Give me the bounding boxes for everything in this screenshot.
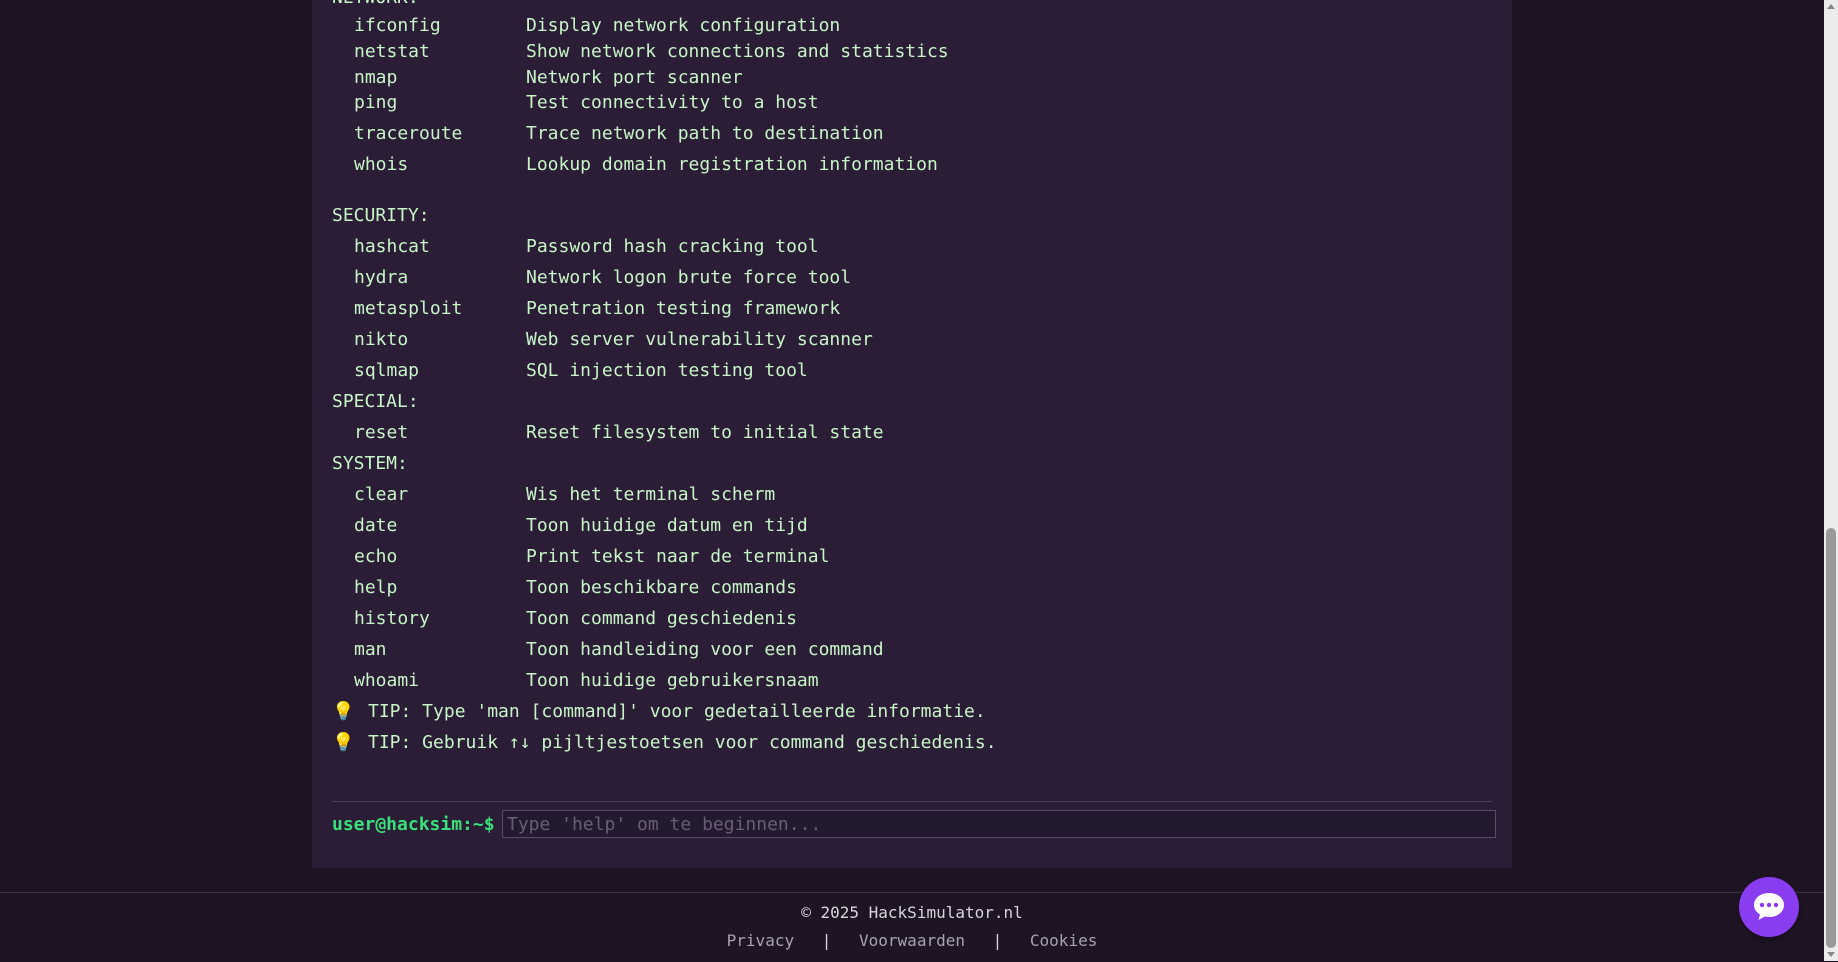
command-description: Toon huidige datum en tijd: [526, 515, 808, 536]
command-name: hashcat: [354, 236, 430, 257]
command-name: date: [354, 515, 398, 536]
command-name: metasploit: [354, 298, 463, 319]
command-description: SQL injection testing tool: [526, 360, 808, 381]
link-separator: |: [992, 931, 1003, 950]
command-description: Reset filesystem to initial state: [526, 422, 884, 443]
scroll-down-icon[interactable]: [1827, 952, 1835, 957]
shell-prompt: user@hacksim:~$: [332, 814, 495, 835]
chat-button[interactable]: [1739, 877, 1799, 937]
command-description: Print tekst naar de terminal: [526, 546, 830, 567]
command-description: Web server vulnerability scanner: [526, 329, 873, 350]
footer-links: Privacy | Voorwaarden | Cookies: [0, 931, 1824, 950]
command-description: Trace network path to destination: [526, 123, 884, 144]
command-description: Network logon brute force tool: [526, 267, 852, 288]
command-name: echo: [354, 546, 398, 567]
privacy-link[interactable]: Privacy: [727, 931, 794, 950]
category-special-label: SPECIAL:: [332, 391, 419, 412]
command-input-row: user@hacksim:~$: [332, 810, 1496, 840]
chat-bubble-icon: [1754, 893, 1784, 920]
tip-text: TIP: Gebruik ↑↓ pijltjestoetsen voor com…: [368, 732, 997, 753]
command-name: man: [354, 639, 387, 660]
copyright-text: © 2025 HackSimulator.nl: [801, 903, 1023, 922]
tip-text: TIP: Type 'man [command]' voor gedetaill…: [368, 701, 986, 722]
command-name: traceroute: [354, 123, 463, 144]
command-name: hydra: [354, 267, 409, 288]
category-security-label: SECURITY:: [332, 205, 430, 226]
scrollbar-thumb[interactable]: [1826, 528, 1836, 948]
command-description: Lookup domain registration information: [526, 154, 938, 175]
cookies-link[interactable]: Cookies: [1030, 931, 1097, 950]
command-description: Toon huidige gebruikersnaam: [526, 670, 819, 691]
command-description: Toon command geschiedenis: [526, 608, 797, 629]
command-description: Password hash cracking tool: [526, 236, 819, 257]
command-name: reset: [354, 422, 409, 443]
command-description: Penetration testing framework: [526, 298, 841, 319]
command-input[interactable]: [502, 810, 1496, 838]
input-separator: [332, 801, 1492, 802]
terminal-window: NETWORK: ifconfigDisplay network configu…: [312, 0, 1512, 868]
command-name: nikto: [354, 329, 409, 350]
link-separator: |: [821, 931, 832, 950]
command-description: Wis het terminal scherm: [526, 484, 776, 505]
command-name: clear: [354, 484, 409, 505]
page-footer: © 2025 HackSimulator.nl Privacy | Voorwa…: [0, 892, 1824, 962]
terms-link[interactable]: Voorwaarden: [859, 931, 965, 950]
command-description: Toon handleiding voor een command: [526, 639, 884, 660]
command-name: history: [354, 608, 430, 629]
scroll-up-icon[interactable]: [1827, 4, 1835, 9]
command-description: Test connectivity to a host: [526, 92, 819, 113]
tip-line: 💡 TIP: Gebruik ↑↓ pijltjestoetsen voor co…: [332, 727, 997, 758]
command-description: Toon beschikbare commands: [526, 577, 797, 598]
command-name: sqlmap: [354, 360, 420, 381]
tip-line: 💡 TIP: Type 'man [command]' voor gedetail…: [332, 696, 986, 727]
lightbulb-icon: 💡: [332, 701, 355, 722]
lightbulb-icon: 💡: [332, 732, 355, 753]
command-name: whoami: [354, 670, 420, 691]
command-name: help: [354, 577, 398, 598]
command-name: ping: [354, 92, 398, 113]
command-name: whois: [354, 154, 409, 175]
vertical-scrollbar[interactable]: [1824, 0, 1838, 961]
category-system-label: SYSTEM:: [332, 453, 408, 474]
